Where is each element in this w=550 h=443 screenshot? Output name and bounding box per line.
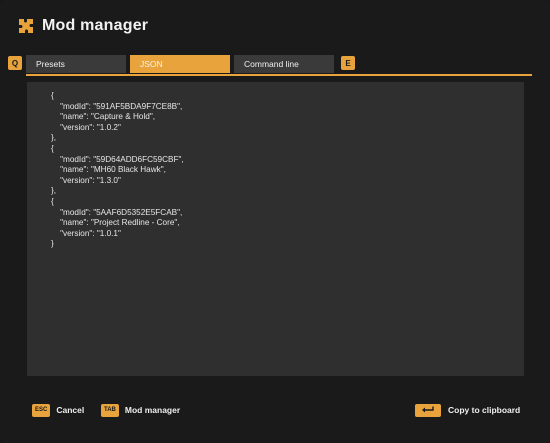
tab-presets[interactable]: Presets bbox=[26, 55, 126, 73]
cancel-button[interactable]: ESC Cancel bbox=[32, 400, 84, 420]
copy-to-clipboard-button[interactable]: Copy to clipboard bbox=[415, 400, 520, 420]
enter-key-icon bbox=[415, 403, 441, 417]
title-bar: Mod manager bbox=[18, 14, 148, 38]
json-text-area[interactable]: { "modId": "591AF5BDA9F7CE8B", "name": "… bbox=[27, 82, 524, 376]
footer-actions: ESC Cancel TAB Mod manager Copy to clipb… bbox=[0, 400, 550, 420]
tab-command-line[interactable]: Command line bbox=[234, 55, 334, 73]
cancel-label: Cancel bbox=[56, 405, 85, 415]
tab-json[interactable]: JSON bbox=[130, 55, 230, 73]
mod-manager-window: Mod manager Q Presets JSON Command line … bbox=[0, 0, 550, 443]
mod-manager-label: Mod manager bbox=[124, 405, 181, 415]
mod-manager-button[interactable]: TAB Mod manager bbox=[101, 400, 180, 420]
puzzle-icon bbox=[19, 19, 33, 33]
tab-bar: Q Presets JSON Command line E bbox=[8, 55, 532, 76]
json-content: { "modId": "591AF5BDA9F7CE8B", "name": "… bbox=[51, 91, 184, 249]
page-title: Mod manager bbox=[42, 17, 149, 34]
next-tab-key-hint[interactable]: E bbox=[341, 56, 355, 70]
prev-tab-key-hint[interactable]: Q bbox=[8, 56, 22, 70]
copy-to-clipboard-label: Copy to clipboard bbox=[448, 405, 521, 415]
tab-underline bbox=[26, 74, 532, 76]
esc-key-badge: ESC bbox=[32, 403, 51, 417]
tab-key-badge: TAB bbox=[101, 403, 119, 417]
